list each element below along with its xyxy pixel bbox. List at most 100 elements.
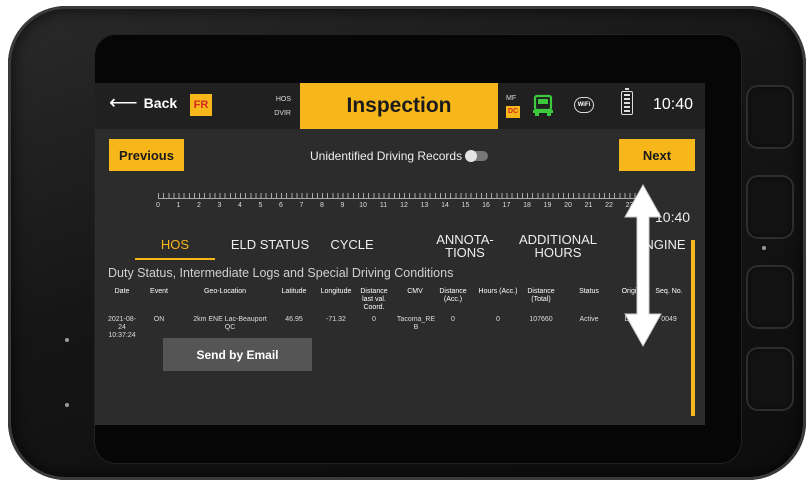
timeline-hour-label: 13: [420, 202, 429, 209]
page-title: Inspection: [300, 83, 498, 129]
cell-date: 2021-08-24 10:37:24: [105, 316, 139, 340]
col-header-distance-last-l3: Coord.: [363, 304, 385, 311]
sensor-dot: [65, 338, 69, 342]
active-tab-underline: [135, 258, 215, 260]
wifi-icon: WiFi: [574, 97, 594, 113]
cell-cmv-l2: B: [413, 324, 419, 331]
cell-status: Active: [579, 316, 599, 323]
timeline-hour-label: 2: [197, 202, 201, 209]
col-header-date: Date: [114, 288, 130, 295]
truck-icon: [533, 94, 553, 116]
app-screen: ⟵ Back FR HOS DVIR Inspection MF DC WiFi…: [95, 83, 705, 425]
tab-hos[interactable]: HOS: [147, 238, 203, 251]
col-header-event: Event: [150, 288, 168, 295]
col-header-distance-acc-l1: Distance: [439, 288, 467, 295]
col-header-distance-last-l1: Distance: [360, 288, 388, 295]
timeline-hour-label: 6: [279, 202, 283, 209]
cell-geo-l2: QC: [224, 324, 236, 331]
cell-event: ON: [153, 316, 165, 323]
timeline-hour-label: 10: [359, 202, 367, 209]
timeline-hour-label: 12: [400, 202, 408, 209]
timeline-hour-label: 18: [523, 202, 531, 209]
back-label: Back: [143, 95, 178, 111]
mf-label: MF: [506, 95, 517, 102]
send-by-email-button[interactable]: Send by Email: [163, 338, 312, 371]
timeline-hour-label: 1: [176, 202, 181, 209]
tab-additional-hours[interactable]: ADDITIONAL HOURS: [513, 233, 603, 259]
dvir-label: DVIR: [274, 110, 291, 117]
scroll-hint-arrow-icon: [624, 183, 662, 348]
cell-distance-last: 0: [372, 316, 376, 323]
tab-additional-hours-line2: HOURS: [534, 245, 582, 260]
unidentified-driving-toggle-row: Unidentified Driving Records: [310, 149, 489, 163]
cell-date-l2: 10:37:24: [108, 332, 136, 339]
vertical-scrollbar[interactable]: [691, 240, 695, 416]
tab-annotations[interactable]: ANNOTA- TIONS: [425, 233, 505, 259]
unidentified-toggle[interactable]: [465, 150, 489, 162]
hos-label: HOS: [275, 96, 291, 103]
timeline-hour-label: 21: [584, 202, 593, 209]
clock: 10:40: [653, 96, 694, 113]
timeline-hour-label: 16: [482, 202, 490, 209]
language-badge[interactable]: FR: [190, 94, 212, 116]
col-header-distance-acc-l2: (Acc.): [443, 296, 463, 303]
cell-distance-acc: 0: [451, 316, 455, 323]
timeline-hour-label: 4: [238, 202, 242, 209]
cell-date-l1: 2021-08-24: [107, 316, 137, 331]
timeline-hour-label: 17: [502, 202, 511, 209]
timeline-hour-label: 0: [156, 202, 160, 209]
timeline-hour-label: 9: [340, 202, 345, 209]
col-header-status: Status: [579, 288, 599, 295]
col-header-longitude: Longitude: [320, 288, 352, 295]
cell-hours-acc: 0: [496, 316, 500, 323]
timeline-hour-label: 15: [461, 202, 470, 209]
timeline-hour-label: 5: [258, 202, 263, 209]
section-title: Duty Status, Intermediate Logs and Speci…: [108, 266, 454, 280]
timeline-baseline: [158, 198, 650, 199]
timeline-hour-label: 11: [379, 202, 388, 209]
side-button-bottom: [746, 347, 794, 411]
timeline-hour-label: 3: [217, 202, 222, 209]
cell-geo-l1: 2km ENE Lac-Beauport: [193, 316, 267, 323]
col-header-distance-last-l2: last val.: [362, 296, 386, 303]
dc-badge: DC: [506, 106, 521, 118]
col-header-distance-total-l1: Distance: [527, 288, 555, 295]
timeline-hour-label: 19: [543, 202, 552, 209]
cell-distance-total: 107660: [529, 316, 553, 323]
col-header-hours-acc: Hours (Acc.): [478, 288, 518, 295]
sensor-dot: [65, 403, 69, 407]
unidentified-label: Unidentified Driving Records: [310, 149, 463, 163]
timeline-hour-label: 20: [564, 202, 572, 209]
cell-longitude: -71.32: [326, 316, 346, 323]
back-button[interactable]: ⟵ Back: [109, 92, 178, 114]
sensor-dot: [762, 246, 766, 250]
cell-geo-location: 2km ENE Lac-Beauport QC: [190, 316, 270, 332]
col-header-distance-total-l2: (Total): [531, 296, 551, 303]
cell-cmv-l1: Tacoma_RE: [396, 316, 436, 323]
col-header-cmv: CMV: [407, 288, 423, 295]
top-bar: ⟵ Back FR HOS DVIR Inspection MF DC WiFi…: [95, 83, 705, 129]
back-arrow-icon: ⟵: [109, 92, 138, 114]
timeline-hour-label: 7: [299, 202, 304, 209]
side-button-middle: [746, 175, 794, 239]
col-header-distance-last: Distance last val. Coord.: [355, 288, 393, 312]
tab-eld-status[interactable]: ELD STATUS: [225, 238, 315, 251]
col-header-distance-acc: Distance (Acc.): [435, 288, 471, 304]
hos-dvir-indicator: HOS DVIR: [263, 93, 291, 121]
tab-annotations-line2: TIONS: [445, 245, 485, 260]
battery-icon: [621, 88, 633, 115]
hours-timeline: 0 1 2 3 4 5 6 7 8 9 10 11 12 13 14 15 16 17 18 19 20 21 22 23: [156, 191, 650, 217]
tab-cycle[interactable]: CYCLE: [317, 238, 387, 251]
col-header-latitude: Latitude: [281, 288, 307, 295]
col-header-distance-total: Distance (Total): [521, 288, 561, 304]
side-button-top: [746, 85, 794, 149]
mf-dc-indicator: MF DC: [506, 93, 521, 118]
side-button-lower: [746, 265, 794, 329]
col-header-geo-location: Geo-Location: [203, 288, 247, 295]
cell-latitude: 46.95: [285, 316, 303, 323]
timeline-hour-label: 8: [320, 202, 324, 209]
cell-cmv: Tacoma_RE B: [395, 316, 437, 332]
timeline-hour-label: 14: [441, 202, 449, 209]
next-button[interactable]: Next: [619, 139, 695, 171]
previous-button[interactable]: Previous: [109, 139, 184, 171]
